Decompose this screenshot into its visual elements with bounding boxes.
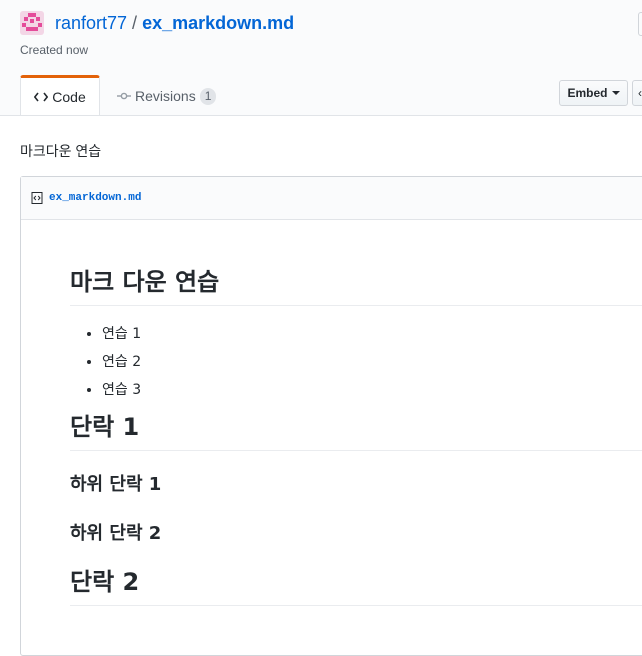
- identicon-icon: [20, 11, 44, 35]
- embed-label: Embed: [567, 86, 608, 100]
- file-header: ex_markdown.md: [21, 177, 642, 220]
- path-separator: /: [132, 13, 138, 33]
- section-heading-2: 단락 2: [70, 567, 642, 606]
- tab-revisions[interactable]: Revisions 1: [117, 86, 217, 106]
- gist-title: ranfort77/ex_markdown.md: [55, 11, 294, 35]
- code-icon: [34, 92, 49, 101]
- file-code-icon: [31, 192, 43, 204]
- gist-filename-link[interactable]: ex_markdown.md: [142, 13, 294, 33]
- subsection-heading-2: 하위 단락 2: [70, 523, 162, 544]
- created-time: Created now: [20, 43, 89, 57]
- embed-button[interactable]: Embed: [559, 80, 628, 106]
- chevron-left-icon: ‹: [638, 86, 642, 100]
- markdown-body: 마크 다운 연습 연습 1 연습 2 연습 3 단락 1 하위 단락 1 하위 …: [70, 267, 642, 606]
- list-item: 연습 1: [102, 320, 642, 348]
- tab-code-label: Code: [52, 88, 86, 105]
- markdown-list: 연습 1 연습 2 연습 3: [70, 320, 642, 404]
- file-container: ex_markdown.md 마크 다운 연습 연습 1 연습 2 연습 3 단…: [20, 176, 642, 656]
- caret-down-icon: [611, 91, 620, 95]
- subsection-heading-1: 하위 단락 1: [70, 474, 162, 495]
- gist-header: ranfort77/ex_markdown.md Created now Cod…: [0, 0, 642, 116]
- file-name-link[interactable]: ex_markdown.md: [49, 192, 141, 204]
- owner-link[interactable]: ranfort77: [55, 13, 127, 33]
- copy-embed-button[interactable]: ‹: [632, 80, 642, 106]
- list-item: 연습 3: [102, 376, 642, 404]
- commit-icon: [117, 92, 131, 100]
- revisions-count-badge: 1: [199, 87, 217, 105]
- list-item: 연습 2: [102, 348, 642, 376]
- gist-description: 마크다운 연습: [20, 143, 102, 159]
- avatar[interactable]: [20, 11, 44, 35]
- section-heading-1: 단락 1: [70, 412, 642, 451]
- markdown-heading-1: 마크 다운 연습: [70, 267, 642, 306]
- header-action-button[interactable]: [638, 12, 642, 36]
- tab-revisions-label: Revisions: [135, 88, 196, 104]
- tab-code[interactable]: Code: [20, 75, 100, 115]
